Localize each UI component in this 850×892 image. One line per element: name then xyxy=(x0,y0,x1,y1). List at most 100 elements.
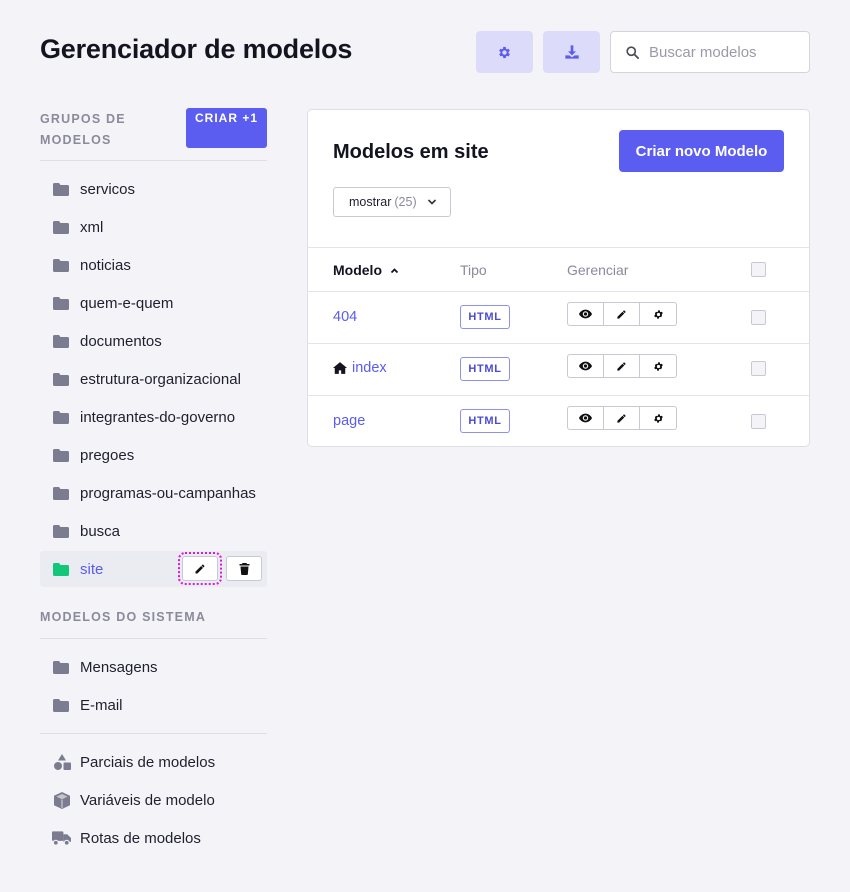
templates-table: Modelo Tipo Gerenciar 404 HTML index HTM… xyxy=(308,247,809,446)
group-item-noticias[interactable]: noticias xyxy=(40,246,267,284)
group-label: quem-e-quem xyxy=(80,294,174,312)
group-label: site xyxy=(80,560,104,578)
panel-title: Modelos em site xyxy=(333,141,489,163)
column-header-manage: Gerenciar xyxy=(567,262,629,278)
extra-label: Variáveis de modelo xyxy=(80,791,215,809)
page-title: Gerenciador de modelos xyxy=(40,34,353,64)
divider xyxy=(40,733,267,734)
templates-panel: Modelos em site Criar novo Modelo mostra… xyxy=(307,109,810,447)
group-actions xyxy=(178,552,262,585)
gear-icon xyxy=(499,46,510,58)
pencil-icon xyxy=(617,309,626,319)
truck-icon xyxy=(52,829,71,847)
template-link[interactable]: 404 xyxy=(333,309,357,325)
type-badge: HTML xyxy=(460,305,510,329)
group-label: Mensagens xyxy=(80,658,158,676)
gear-icon xyxy=(653,413,663,423)
edit-group-button[interactable] xyxy=(178,552,222,585)
group-item-pregoes[interactable]: pregoes xyxy=(40,436,267,474)
partials-link[interactable]: Parciais de modelos xyxy=(40,743,267,781)
group-label: busca xyxy=(80,522,121,540)
type-badge: HTML xyxy=(460,357,510,381)
template-link[interactable]: index xyxy=(333,360,387,376)
trash-icon xyxy=(239,562,249,575)
row-actions xyxy=(567,406,677,430)
shapes-icon xyxy=(52,753,71,771)
create-group-button[interactable]: CRIAR +1 xyxy=(186,108,267,148)
cube-icon xyxy=(52,791,71,809)
folder-icon xyxy=(53,660,69,674)
system-group-list: Mensagens E-mail xyxy=(40,648,267,724)
column-header-name[interactable]: Modelo xyxy=(333,262,399,278)
pencil-icon xyxy=(617,361,626,371)
settings-button[interactable] xyxy=(640,407,676,429)
extra-label: Parciais de modelos xyxy=(80,753,216,771)
group-item-servicos[interactable]: servicos xyxy=(40,170,267,208)
eye-icon xyxy=(579,361,592,371)
select-all-checkbox[interactable] xyxy=(751,262,766,277)
pencil-icon xyxy=(617,413,626,423)
routes-link[interactable]: Rotas de modelos xyxy=(40,819,267,857)
folder-icon xyxy=(53,372,69,386)
search-input[interactable] xyxy=(649,43,799,61)
table-row: page HTML xyxy=(308,396,809,446)
column-header-type[interactable]: Tipo xyxy=(460,262,487,278)
row-actions xyxy=(567,302,677,326)
create-template-button[interactable]: Criar novo Modelo xyxy=(619,130,784,172)
edit-button[interactable] xyxy=(604,355,640,377)
edit-button[interactable] xyxy=(604,407,640,429)
group-item-site[interactable]: site xyxy=(40,551,267,587)
variables-link[interactable]: Variáveis de modelo xyxy=(40,781,267,819)
group-item-xml[interactable]: xml xyxy=(40,208,267,246)
row-checkbox[interactable] xyxy=(751,310,766,325)
groups-heading: GRUPOS DE MODELOS xyxy=(40,112,126,147)
folder-icon xyxy=(53,562,69,576)
folder-icon xyxy=(53,486,69,500)
settings-button[interactable] xyxy=(640,303,676,325)
column-label: Modelo xyxy=(333,262,382,278)
pencil-icon xyxy=(195,564,205,573)
eye-icon xyxy=(579,413,592,423)
settings-button[interactable] xyxy=(640,355,676,377)
search-icon xyxy=(626,45,639,59)
group-label: integrantes-do-governo xyxy=(80,408,236,426)
group-item-mensagens[interactable]: Mensagens xyxy=(40,648,267,686)
group-item-documentos[interactable]: documentos xyxy=(40,322,267,360)
group-item-programas-ou-campanhas[interactable]: programas-ou-campanhas xyxy=(40,474,267,512)
row-checkbox[interactable] xyxy=(751,361,766,376)
delete-group-button[interactable] xyxy=(226,556,262,581)
group-item-quem-e-quem[interactable]: quem-e-quem xyxy=(40,284,267,322)
download-button[interactable] xyxy=(543,31,600,73)
folder-icon xyxy=(53,524,69,538)
show-count-select[interactable]: mostrar (25) xyxy=(333,187,451,217)
group-item-integrantes-do-governo[interactable]: integrantes-do-governo xyxy=(40,398,267,436)
home-icon xyxy=(333,362,347,374)
group-item-email[interactable]: E-mail xyxy=(40,686,267,724)
row-checkbox[interactable] xyxy=(751,414,766,429)
extra-label: Rotas de modelos xyxy=(80,829,201,847)
table-header: Modelo Tipo Gerenciar xyxy=(308,247,809,292)
extras-list: Parciais de modelos Variáveis de modelo … xyxy=(40,743,267,857)
group-label: pregoes xyxy=(80,446,135,464)
folder-icon xyxy=(53,448,69,462)
gear-icon xyxy=(653,361,663,371)
template-name: index xyxy=(352,360,387,376)
system-heading: MODELOS DO SISTEMA xyxy=(40,610,207,624)
group-item-estrutura-organizacional[interactable]: estrutura-organizacional xyxy=(40,360,267,398)
search-box[interactable] xyxy=(610,31,810,73)
group-label: programas-ou-campanhas xyxy=(80,484,256,502)
folder-icon xyxy=(53,258,69,272)
group-label: estrutura-organizacional xyxy=(80,370,241,388)
preview-button[interactable] xyxy=(568,407,604,429)
chevron-down-icon xyxy=(427,199,437,205)
edit-button[interactable] xyxy=(604,303,640,325)
folder-icon xyxy=(53,220,69,234)
preview-button[interactable] xyxy=(568,303,604,325)
settings-button[interactable] xyxy=(476,31,533,73)
folder-icon xyxy=(53,296,69,310)
folder-icon xyxy=(53,182,69,196)
group-item-busca[interactable]: busca xyxy=(40,512,267,550)
preview-button[interactable] xyxy=(568,355,604,377)
template-link[interactable]: page xyxy=(333,413,365,429)
group-label: xml xyxy=(80,218,104,236)
